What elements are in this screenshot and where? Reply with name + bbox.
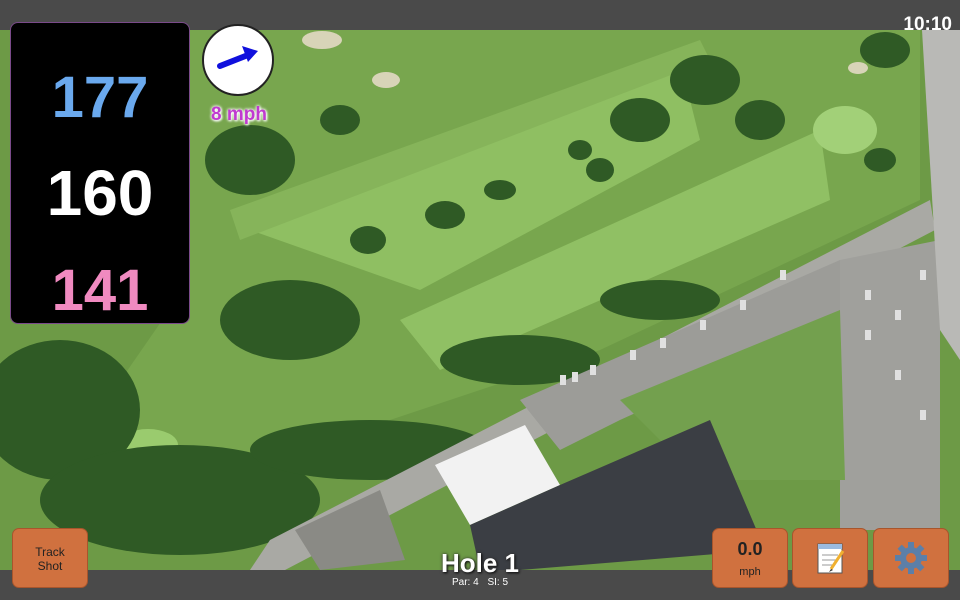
track-shot-button[interactable]: Track Shot: [12, 528, 88, 588]
speed-unit: mph: [739, 566, 761, 578]
hole-par: Par: 4: [451, 577, 479, 588]
middle-yardage: 160: [46, 157, 154, 229]
notepad-icon: [817, 543, 845, 574]
track-shot-label-line2: Shot: [37, 559, 63, 573]
wind-speed-label: 8 mph: [211, 104, 267, 125]
speed-value: 0.0: [737, 539, 763, 559]
notes-button[interactable]: [792, 528, 868, 588]
gear-icon: [895, 542, 927, 574]
hole-title: Hole 1: [440, 548, 520, 578]
arrow-icon: [217, 46, 258, 69]
track-shot-label-line1: Track: [35, 545, 65, 559]
speed-button[interactable]: 0.0 mph: [712, 528, 788, 588]
front-yardage: 141: [51, 258, 149, 323]
back-yardage: 177: [51, 65, 149, 130]
yardage-panel: 177 160 141: [10, 22, 190, 324]
settings-button[interactable]: [873, 528, 949, 588]
wind-indicator: [202, 24, 274, 96]
hole-si: SI: 5: [487, 577, 509, 588]
hole-meta: Par: 4 SI: 5: [380, 577, 580, 588]
